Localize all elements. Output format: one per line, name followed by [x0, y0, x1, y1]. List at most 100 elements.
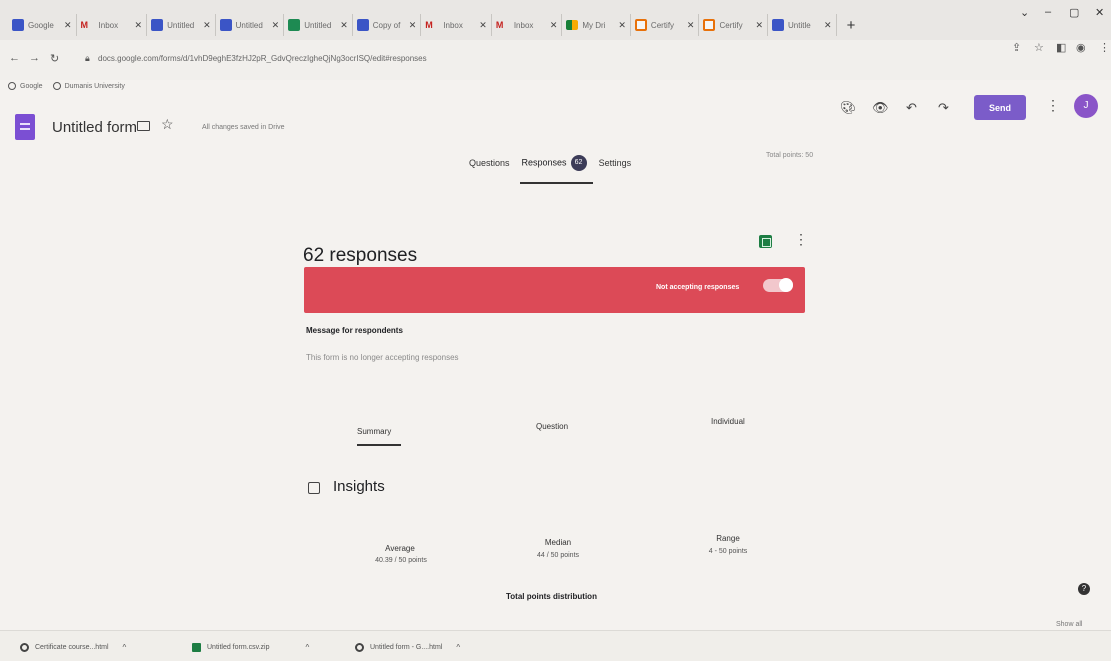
profile-icon[interactable]: ◉ — [1076, 41, 1086, 54]
responses-more-icon[interactable]: ⋮ — [794, 231, 808, 248]
forward-icon[interactable]: → — [29, 52, 40, 64]
form-tabs: Questions Responses 62 Settings — [463, 155, 638, 184]
close-tab-icon[interactable]: ✕ — [687, 20, 695, 31]
distribution-title: Total points distribution — [506, 592, 597, 601]
close-tab-icon[interactable]: ✕ — [479, 20, 487, 31]
share-icon[interactable]: ⇪ — [1012, 41, 1021, 54]
summary-active-indicator — [357, 444, 401, 446]
close-tab-icon[interactable]: ✕ — [203, 20, 211, 31]
tab-search-chevron-icon[interactable]: ⌄ — [1020, 6, 1029, 19]
close-tab-icon[interactable]: ✕ — [409, 20, 417, 31]
tab-settings[interactable]: Settings — [593, 158, 638, 172]
address-bar-row: ← → ↻ 🔒︎ docs.google.com/forms/d/1vhD9eg… — [0, 40, 1111, 80]
downloads-bar: Certificate course...html ^ Untitled form… — [0, 621, 1111, 661]
close-tab-icon[interactable]: ✕ — [272, 20, 280, 31]
browser-tab[interactable]: M Inbox ✕ — [492, 14, 563, 36]
close-tab-icon[interactable]: ✕ — [135, 20, 143, 31]
chevron-up-icon[interactable]: ^ — [123, 643, 127, 652]
bookmark-google[interactable]: Google — [8, 82, 43, 90]
browser-tab[interactable]: Untitled ✕ — [216, 14, 285, 36]
close-tab-icon[interactable]: ✕ — [755, 20, 763, 31]
preview-eye-icon[interactable]: 👁︎ — [872, 100, 889, 116]
bookmark-star-icon[interactable]: ☆ — [1034, 41, 1044, 54]
new-tab-button[interactable]: + — [847, 17, 856, 34]
tab-individual[interactable]: Individual — [711, 417, 745, 426]
star-icon[interactable]: ☆ — [161, 116, 174, 133]
download-item[interactable]: Untitled form.csv.zip ^ — [192, 643, 309, 652]
sheet-icon — [288, 19, 301, 31]
close-tab-icon[interactable]: ✕ — [824, 20, 832, 31]
browser-tab-strip: Google ✕ M Inbox ✕ Untitled ✕ Untitled ✕ Untitled… — [0, 0, 1111, 40]
browser-tab[interactable]: My Dri ✕ — [562, 14, 631, 36]
stat-range-label: Range — [716, 534, 740, 543]
drive-icon — [566, 20, 579, 30]
browser-tab-label: Google — [28, 20, 54, 30]
maximize-icon[interactable]: ▢ — [1069, 6, 1079, 19]
forms-logo-icon[interactable] — [15, 114, 35, 140]
browser-tab[interactable]: Google ✕ — [8, 14, 77, 36]
redo-icon[interactable]: ↷ — [938, 100, 949, 116]
minimize-icon[interactable]: – — [1045, 6, 1051, 18]
undo-icon[interactable]: ↶ — [906, 100, 917, 116]
browser-tab[interactable]: Untitled ✕ — [284, 14, 353, 36]
more-options-icon[interactable]: ⋮ — [1046, 97, 1060, 114]
close-tab-icon[interactable]: ✕ — [550, 20, 558, 31]
google-icon — [8, 82, 16, 90]
close-tab-icon[interactable]: ✕ — [340, 20, 348, 31]
insights-chart-icon — [308, 482, 320, 494]
back-icon[interactable]: ← — [9, 52, 20, 64]
browser-tab-label: Untitle — [788, 20, 811, 30]
url-field[interactable]: docs.google.com/forms/d/1vhD9eghE3fzHJ2p… — [98, 54, 427, 63]
accepting-responses-toggle[interactable] — [763, 278, 793, 292]
send-button[interactable]: Send — [974, 95, 1026, 120]
browser-tab[interactable]: Untitled ✕ — [147, 14, 216, 36]
total-points: Total points: 50 — [766, 152, 814, 159]
accepting-responses-label: Not accepting responses — [656, 284, 740, 291]
form-icon — [772, 19, 785, 31]
gmail-icon: M — [80, 20, 89, 30]
tab-question[interactable]: Question — [536, 422, 568, 431]
move-to-folder-icon[interactable] — [137, 121, 150, 131]
browser-tab-label: Inbox — [513, 20, 534, 30]
sheets-icon[interactable] — [759, 235, 772, 248]
browser-tab[interactable]: M Inbox ✕ — [421, 14, 492, 36]
tab-summary[interactable]: Summary — [357, 427, 391, 436]
help-icon[interactable]: ? — [1078, 583, 1090, 595]
browser-tab[interactable]: Untitle ✕ — [768, 14, 837, 36]
download-item[interactable]: Untitled form - G....html ^ — [355, 643, 460, 652]
chrome-icon — [355, 643, 364, 652]
avatar[interactable]: J — [1074, 94, 1098, 118]
show-all-downloads-link[interactable]: Show all — [1056, 621, 1082, 628]
stat-median-label: Median — [544, 538, 572, 547]
browser-tab[interactable]: Certify ✕ — [699, 14, 769, 36]
chevron-up-icon[interactable]: ^ — [456, 643, 460, 652]
form-icon — [151, 19, 164, 31]
cert-icon — [703, 19, 716, 31]
chevron-up-icon[interactable]: ^ — [306, 643, 310, 652]
browser-tab[interactable]: Certify ✕ — [631, 14, 700, 36]
lock-icon: 🔒︎ — [85, 53, 90, 63]
palette-icon[interactable]: 🎨︎ — [840, 100, 857, 116]
browser-tab-label: Untitled — [167, 20, 195, 30]
close-tab-icon[interactable]: ✕ — [64, 20, 72, 31]
browser-tab[interactable]: M Inbox ✕ — [77, 14, 148, 36]
download-name: Untitled form.csv.zip — [207, 644, 270, 651]
download-item[interactable]: Certificate course...html ^ — [20, 643, 126, 652]
tab-list: Google ✕ M Inbox ✕ Untitled ✕ Untitled ✕ Untitled… — [8, 14, 855, 36]
saved-status: All changes saved in Drive — [202, 124, 285, 131]
close-tab-icon[interactable]: ✕ — [618, 20, 626, 31]
browser-tab-label: Inbox — [443, 20, 463, 30]
reload-icon[interactable]: ↻ — [50, 52, 59, 65]
extension-icon[interactable]: ◧ — [1056, 41, 1066, 54]
tab-questions[interactable]: Questions — [463, 158, 516, 172]
browser-menu-icon[interactable]: ⋮ — [1099, 41, 1110, 54]
insights-title: Insights — [333, 478, 385, 495]
bookmark-university[interactable]: Dumanis University — [52, 82, 125, 90]
browser-tab[interactable]: Copy of ✕ — [353, 14, 422, 36]
form-title[interactable]: Untitled form — [52, 119, 137, 136]
tab-responses[interactable]: Responses 62 — [516, 155, 593, 184]
close-window-icon[interactable]: ✕ — [1095, 6, 1104, 19]
browser-tab-label: Untitled — [235, 20, 263, 30]
message-field[interactable]: This form is no longer accepting respons… — [306, 353, 459, 362]
globe-icon — [52, 82, 61, 90]
